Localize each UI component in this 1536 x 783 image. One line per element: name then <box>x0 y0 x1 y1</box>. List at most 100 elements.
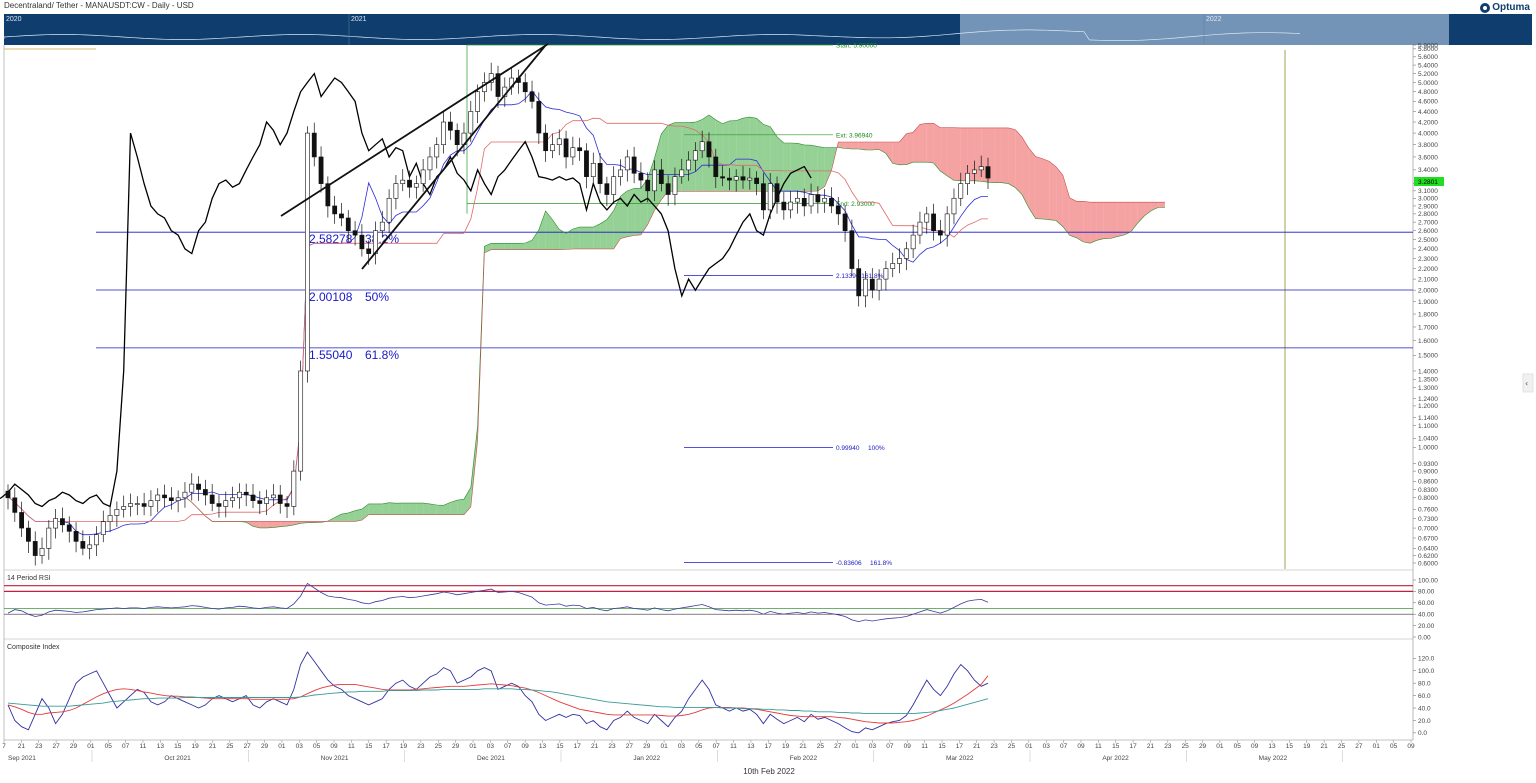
candle-bearish[interactable] <box>713 156 719 177</box>
candle-bearish[interactable] <box>345 217 351 232</box>
candle-bullish[interactable] <box>965 172 970 184</box>
candle-bearish[interactable] <box>19 512 25 529</box>
candle-bearish[interactable] <box>774 183 780 203</box>
candle-bullish[interactable] <box>39 548 45 556</box>
candle-bearish[interactable] <box>754 177 760 184</box>
candle-bullish[interactable] <box>883 268 889 280</box>
candle-bullish[interactable] <box>475 91 480 112</box>
navigator-window[interactable] <box>960 14 1449 45</box>
candle-bearish[interactable] <box>529 91 535 102</box>
candle-bullish[interactable] <box>910 234 916 250</box>
candle-bearish[interactable] <box>761 183 766 211</box>
candle-bearish[interactable] <box>216 503 222 507</box>
candle-bearish[interactable] <box>720 176 725 179</box>
candle-bearish[interactable] <box>604 183 610 195</box>
candle-bearish[interactable] <box>318 156 324 184</box>
candle-bearish[interactable] <box>658 169 664 184</box>
candle-bearish[interactable] <box>5 490 11 499</box>
candle-bearish[interactable] <box>985 166 991 179</box>
candle-bearish[interactable] <box>577 147 583 152</box>
candle-bullish[interactable] <box>393 183 399 199</box>
candle-bearish[interactable] <box>781 201 787 211</box>
candle-bullish[interactable] <box>107 515 113 522</box>
candle-bullish[interactable] <box>223 500 229 507</box>
candle-bullish[interactable] <box>230 497 235 501</box>
candle-bullish[interactable] <box>944 213 950 236</box>
rsi-panel[interactable]: 14 Period RSI 100.00 80.00 60.00 40.00 20.00… <box>4 575 1438 641</box>
candle-bullish[interactable] <box>890 263 896 269</box>
candle-bearish[interactable] <box>311 132 317 158</box>
candle-bullish[interactable] <box>692 150 698 161</box>
candle-bearish[interactable] <box>522 82 528 93</box>
candle-bearish[interactable] <box>60 518 65 526</box>
candle-bullish[interactable] <box>556 138 562 146</box>
candle-bullish[interactable] <box>189 483 195 493</box>
candle-bullish[interactable] <box>679 169 685 177</box>
candle-bullish[interactable] <box>100 521 106 535</box>
candle-bearish[interactable] <box>66 524 72 532</box>
chart-canvas[interactable]: 2020 2021 2022 2.58278 38.2%2.00108 50%1.5… <box>0 0 1536 783</box>
candle-bullish[interactable] <box>699 141 705 152</box>
candle-bullish[interactable] <box>264 497 270 504</box>
candle-bullish[interactable] <box>379 221 385 232</box>
candle-bearish[interactable] <box>815 194 821 203</box>
candle-bearish[interactable] <box>849 230 855 269</box>
candle-bearish[interactable] <box>631 156 637 174</box>
candle-bullish[interactable] <box>121 506 127 510</box>
candle-bearish[interactable] <box>162 494 167 499</box>
candle-bearish[interactable] <box>536 101 542 134</box>
side-panel-toggle[interactable]: ‹ <box>1522 373 1534 393</box>
candle-bullish[interactable] <box>747 177 753 181</box>
candle-bearish[interactable] <box>543 132 549 152</box>
candle-bullish[interactable] <box>175 497 181 501</box>
candle-bearish[interactable] <box>26 527 31 542</box>
candle-bullish[interactable] <box>958 183 964 199</box>
candle-bullish[interactable] <box>134 503 140 505</box>
candle-bearish[interactable] <box>584 150 589 177</box>
candle-bullish[interactable] <box>808 194 814 207</box>
navigator-bar[interactable]: 2020 2021 2022 <box>3 14 1532 45</box>
candle-bullish[interactable] <box>733 176 739 181</box>
candle-bullish[interactable] <box>427 156 433 171</box>
candle-bullish[interactable] <box>767 183 773 211</box>
candle-bearish[interactable] <box>209 494 215 504</box>
composite-index-series[interactable] <box>7 651 989 734</box>
candle-bullish[interactable] <box>917 221 923 236</box>
candle-bearish[interactable] <box>563 138 569 158</box>
wedge-upper-line[interactable] <box>280 43 549 217</box>
candle-bullish[interactable] <box>434 144 440 158</box>
candle-bearish[interactable] <box>339 213 344 219</box>
candle-bullish[interactable] <box>53 518 59 529</box>
candle-bullish[interactable] <box>590 163 596 177</box>
candle-bullish[interactable] <box>114 509 120 516</box>
candle-bearish[interactable] <box>359 234 365 250</box>
candle-bearish[interactable] <box>277 494 283 504</box>
candle-bearish[interactable] <box>407 179 412 188</box>
candle-bullish[interactable] <box>46 527 52 549</box>
candle-bearish[interactable] <box>141 503 147 507</box>
candle-bullish[interactable] <box>876 278 882 291</box>
candle-bearish[interactable] <box>835 205 841 215</box>
candle-bullish[interactable] <box>413 183 419 188</box>
candle-bullish[interactable] <box>87 544 93 549</box>
candle-bearish[interactable] <box>196 483 201 490</box>
candle-bullish[interactable] <box>672 176 678 195</box>
candle-bullish[interactable] <box>420 169 426 184</box>
candle-bullish[interactable] <box>94 534 99 546</box>
candle-bullish[interactable] <box>148 500 154 507</box>
price-panel[interactable]: 2.58278 38.2%2.00108 50%1.55040 61.8% Start… <box>0 42 1444 567</box>
candle-bullish[interactable] <box>298 370 304 472</box>
candle-bearish[interactable] <box>645 179 651 192</box>
candle-bearish[interactable] <box>638 172 644 181</box>
candle-bullish[interactable] <box>441 121 446 146</box>
candle-bullish[interactable] <box>550 144 555 152</box>
candle-bearish[interactable] <box>665 183 671 195</box>
candle-bearish[interactable] <box>12 497 18 513</box>
candle-bearish[interactable] <box>202 489 208 496</box>
composite-index-series[interactable] <box>7 688 989 715</box>
candle-bearish[interactable] <box>937 230 943 236</box>
rsi-line[interactable] <box>7 582 989 623</box>
candle-bullish[interactable] <box>795 197 800 203</box>
candle-bearish[interactable] <box>447 121 453 131</box>
candle-bearish[interactable] <box>332 205 338 215</box>
